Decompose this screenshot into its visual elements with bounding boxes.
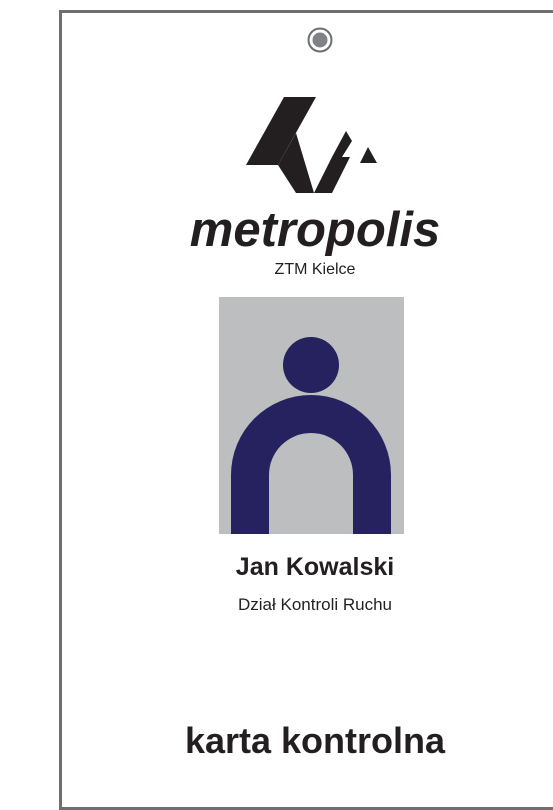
organization-name: ZTM Kielce: [274, 261, 356, 278]
holder-name: Jan Kowalski: [235, 553, 395, 581]
brand-name: metropolis: [189, 203, 441, 257]
card-type-label: karta kontrolna: [184, 720, 446, 761]
person-silhouette-icon: [219, 297, 404, 534]
lanyard-hole-icon: [307, 27, 333, 53]
holder-department: Dział Kontroli Ruchu: [237, 595, 392, 614]
metropolis-logo-icon: [246, 97, 377, 193]
